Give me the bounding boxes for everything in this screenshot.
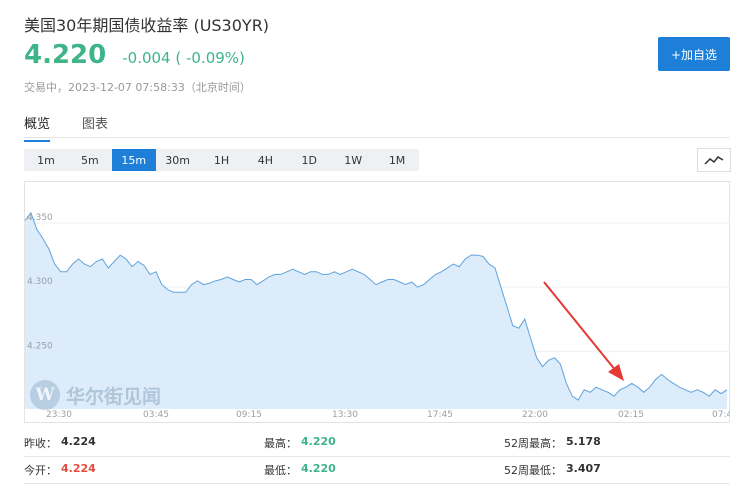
- stat-open: 今开： 4.224: [24, 462, 264, 478]
- y-tick-label: 4.350: [27, 213, 53, 223]
- price-row: 4.220 -0.004 ( -0.09%): [24, 40, 245, 70]
- period-1mo[interactable]: 1M: [375, 149, 419, 171]
- stat-value: 4.220: [301, 462, 336, 475]
- chart-type-toggle[interactable]: [697, 148, 731, 172]
- add-to-watchlist-button[interactable]: +加自选: [658, 37, 730, 71]
- x-tick-label: 23:30: [46, 410, 72, 420]
- current-price: 4.220: [24, 40, 107, 70]
- stat-prev-close: 昨收： 4.224: [24, 435, 264, 451]
- period-30m[interactable]: 30m: [156, 149, 200, 171]
- stat-value: 4.224: [61, 435, 96, 448]
- period-1w[interactable]: 1W: [331, 149, 375, 171]
- stat-label: 52周最高：: [504, 437, 562, 450]
- stat-value: 3.407: [566, 462, 601, 475]
- stat-label: 昨收：: [24, 437, 57, 450]
- y-tick-label: 4.250: [27, 341, 53, 351]
- x-tick-label: 07:4: [712, 410, 730, 420]
- stat-value: 5.178: [566, 435, 601, 448]
- stat-value: 4.224: [61, 462, 96, 475]
- trading-status: 交易中，2023-12-07 07:58:33（北京时间）: [24, 81, 251, 94]
- page-title: 美国30年期国债收益率 (US30YR): [24, 16, 270, 35]
- period-1h[interactable]: 1H: [200, 149, 244, 171]
- period-1m[interactable]: 1m: [24, 149, 68, 171]
- stat-value: 4.220: [301, 435, 336, 448]
- period-15m[interactable]: 15m: [111, 149, 156, 171]
- tab-divider: [24, 137, 730, 138]
- stat-52w-low: 52周最低： 3.407: [504, 462, 730, 478]
- period-4h[interactable]: 4H: [243, 149, 287, 171]
- line-chart-icon: [704, 156, 724, 165]
- stat-52w-high: 52周最高： 5.178: [504, 435, 730, 451]
- stats-row: 今开： 4.224 最低： 4.220 52周最低： 3.407: [24, 457, 730, 484]
- x-tick-label: 22:00: [522, 410, 548, 420]
- x-tick-label: 02:15: [618, 410, 644, 420]
- stats-table: 昨收： 4.224 最高： 4.220 52周最高： 5.178 今开： 4.2…: [24, 430, 730, 484]
- x-tick-label: 09:15: [236, 410, 262, 420]
- period-selector: 1m 5m 15m 30m 1H 4H 1D 1W 1M: [24, 149, 419, 171]
- watermark: W 华尔街见闻: [30, 380, 161, 410]
- annotation-arrowhead: [608, 364, 624, 381]
- watermark-text: 华尔街见闻: [66, 385, 162, 408]
- price-change: -0.004 ( -0.09%): [122, 49, 245, 67]
- x-tick-label: 17:45: [427, 410, 453, 420]
- stat-label: 52周最低：: [504, 464, 562, 477]
- period-1d[interactable]: 1D: [287, 149, 331, 171]
- x-tick-label: 13:30: [332, 410, 358, 420]
- x-tick-label: 03:45: [143, 410, 169, 420]
- stat-label: 最高：: [264, 437, 297, 450]
- watermark-logo: W: [30, 380, 60, 410]
- y-tick-label: 4.300: [27, 277, 53, 287]
- stats-row: 昨收： 4.224 最高： 4.220 52周最高： 5.178: [24, 430, 730, 457]
- stat-label: 今开：: [24, 464, 57, 477]
- period-5m[interactable]: 5m: [68, 149, 112, 171]
- stat-label: 最低：: [264, 464, 297, 477]
- stat-low: 最低： 4.220: [264, 462, 504, 478]
- stat-high: 最高： 4.220: [264, 435, 504, 451]
